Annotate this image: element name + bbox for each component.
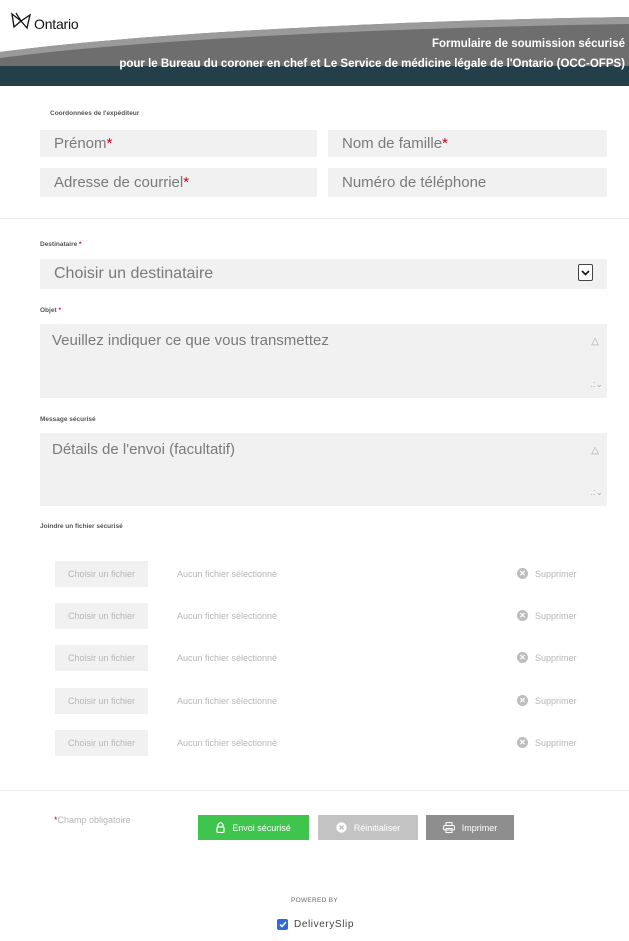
required-star: *	[442, 135, 448, 152]
subject-placeholder: Veuillez indiquer ce que vous transmette…	[52, 332, 329, 349]
last-name-input[interactable]: Nom de famille *	[328, 130, 607, 157]
x-circle-icon: ✕	[517, 737, 528, 748]
logo-text: Ontario	[34, 16, 79, 32]
remove-label: Supprimer	[535, 610, 577, 621]
remove-file-button[interactable]: ✕ Supprimer	[517, 652, 577, 663]
required-star: *	[183, 174, 190, 191]
no-file-status: Aucun fichier sélectionné	[177, 696, 278, 706]
ontario-logo[interactable]: Ontario	[10, 10, 79, 34]
remove-file-button[interactable]: ✕ Supprimer	[517, 695, 577, 706]
message-label: Message sécurisé	[40, 416, 96, 423]
choose-file-button[interactable]: Choisir un fichier	[55, 730, 148, 756]
subject-label-text: Objet	[40, 307, 57, 314]
subject-textarea[interactable]: Veuillez indiquer ce que vous transmette…	[40, 324, 607, 398]
choose-file-button[interactable]: Choisir un fichier	[55, 688, 148, 714]
last-name-placeholder: Nom de famille	[342, 135, 443, 152]
recipient-label-text: Destinataire	[40, 241, 78, 248]
page-header: Ontario Formulaire de soumission sécuris…	[0, 0, 629, 86]
trillium-logo-icon	[11, 12, 32, 30]
remove-label: Supprimer	[535, 695, 577, 706]
deliveryslip-brand[interactable]: DeliverySlip	[277, 919, 354, 930]
first-name-input[interactable]: Prénom *	[40, 130, 317, 157]
subject-label: Objet *	[40, 307, 61, 314]
email-input[interactable]: Adresse de courriel *	[40, 168, 317, 197]
attachments-label: Joindre un fichier sécurisé	[40, 523, 123, 530]
brand-name: DeliverySlip	[294, 919, 354, 930]
lock-icon	[216, 822, 225, 833]
recipient-label: Destinataire *	[40, 241, 82, 248]
x-circle-icon	[336, 822, 347, 833]
resize-handle-icon[interactable]: .:⌄	[590, 379, 603, 390]
scroll-up-icon[interactable]: △	[591, 445, 599, 456]
remove-label: Supprimer	[535, 652, 577, 663]
reset-button[interactable]: Réinitialiser	[318, 815, 418, 840]
form-title: Formulaire de soumission sécurisé	[431, 38, 625, 50]
x-circle-icon: ✕	[517, 610, 528, 621]
message-textarea[interactable]: Détails de l'envoi (facultatif) △ .:⌄	[40, 433, 607, 506]
form-subtitle: pour le Bureau du coroner en chef et Le …	[119, 58, 625, 70]
remove-file-button[interactable]: ✕ Supprimer	[517, 737, 577, 748]
x-circle-icon: ✕	[517, 652, 528, 663]
header-banner	[0, 17, 629, 86]
scroll-up-icon[interactable]: △	[591, 336, 599, 347]
printer-icon	[442, 822, 455, 833]
send-label: Envoi sécurisé	[232, 822, 291, 833]
section-divider	[0, 790, 629, 791]
remove-label: Supprimer	[535, 568, 577, 579]
first-name-placeholder: Prénom	[54, 135, 107, 152]
remove-file-button[interactable]: ✕ Supprimer	[517, 610, 577, 621]
section-divider	[0, 218, 629, 219]
message-placeholder: Détails de l'envoi (facultatif)	[52, 441, 235, 458]
remove-label: Supprimer	[535, 737, 577, 748]
print-label: Imprimer	[461, 822, 498, 833]
required-star: *	[58, 307, 61, 314]
reset-label: Réinitialiser	[353, 822, 401, 833]
required-star: *	[106, 135, 113, 152]
send-secure-button[interactable]: Envoi sécurisé	[198, 815, 309, 840]
required-note-text: Champ obligatoire	[57, 815, 131, 825]
resize-handle-icon[interactable]: .:⌄	[590, 487, 603, 498]
powered-by-text: POWERED BY	[290, 897, 339, 904]
no-file-status: Aucun fichier sélectionné	[177, 569, 278, 579]
required-note: *Champ obligatoire	[54, 815, 131, 825]
no-file-status: Aucun fichier sélectionné	[177, 611, 278, 621]
print-button[interactable]: Imprimer	[426, 815, 514, 840]
required-star: *	[79, 241, 82, 248]
recipient-selected-value: Choisir un destinataire	[54, 265, 214, 282]
recipient-select[interactable]: Choisir un destinataire	[40, 259, 607, 289]
remove-file-button[interactable]: ✕ Supprimer	[517, 568, 577, 579]
deliveryslip-check-icon	[277, 919, 288, 930]
choose-file-button[interactable]: Choisir un fichier	[55, 645, 148, 671]
choose-file-button[interactable]: Choisir un fichier	[55, 603, 148, 629]
sender-section-label: Coordonnées de l'expéditeur	[50, 110, 140, 117]
x-circle-icon: ✕	[517, 695, 528, 706]
phone-input[interactable]: Numéro de téléphone	[328, 168, 607, 197]
email-placeholder: Adresse de courriel	[54, 174, 184, 191]
chevron-down-icon[interactable]	[578, 264, 593, 281]
no-file-status: Aucun fichier sélectionné	[177, 653, 278, 663]
choose-file-button[interactable]: Choisir un fichier	[55, 561, 148, 587]
no-file-status: Aucun fichier sélectionné	[177, 738, 278, 748]
phone-placeholder: Numéro de téléphone	[342, 174, 487, 191]
x-circle-icon: ✕	[517, 568, 528, 579]
